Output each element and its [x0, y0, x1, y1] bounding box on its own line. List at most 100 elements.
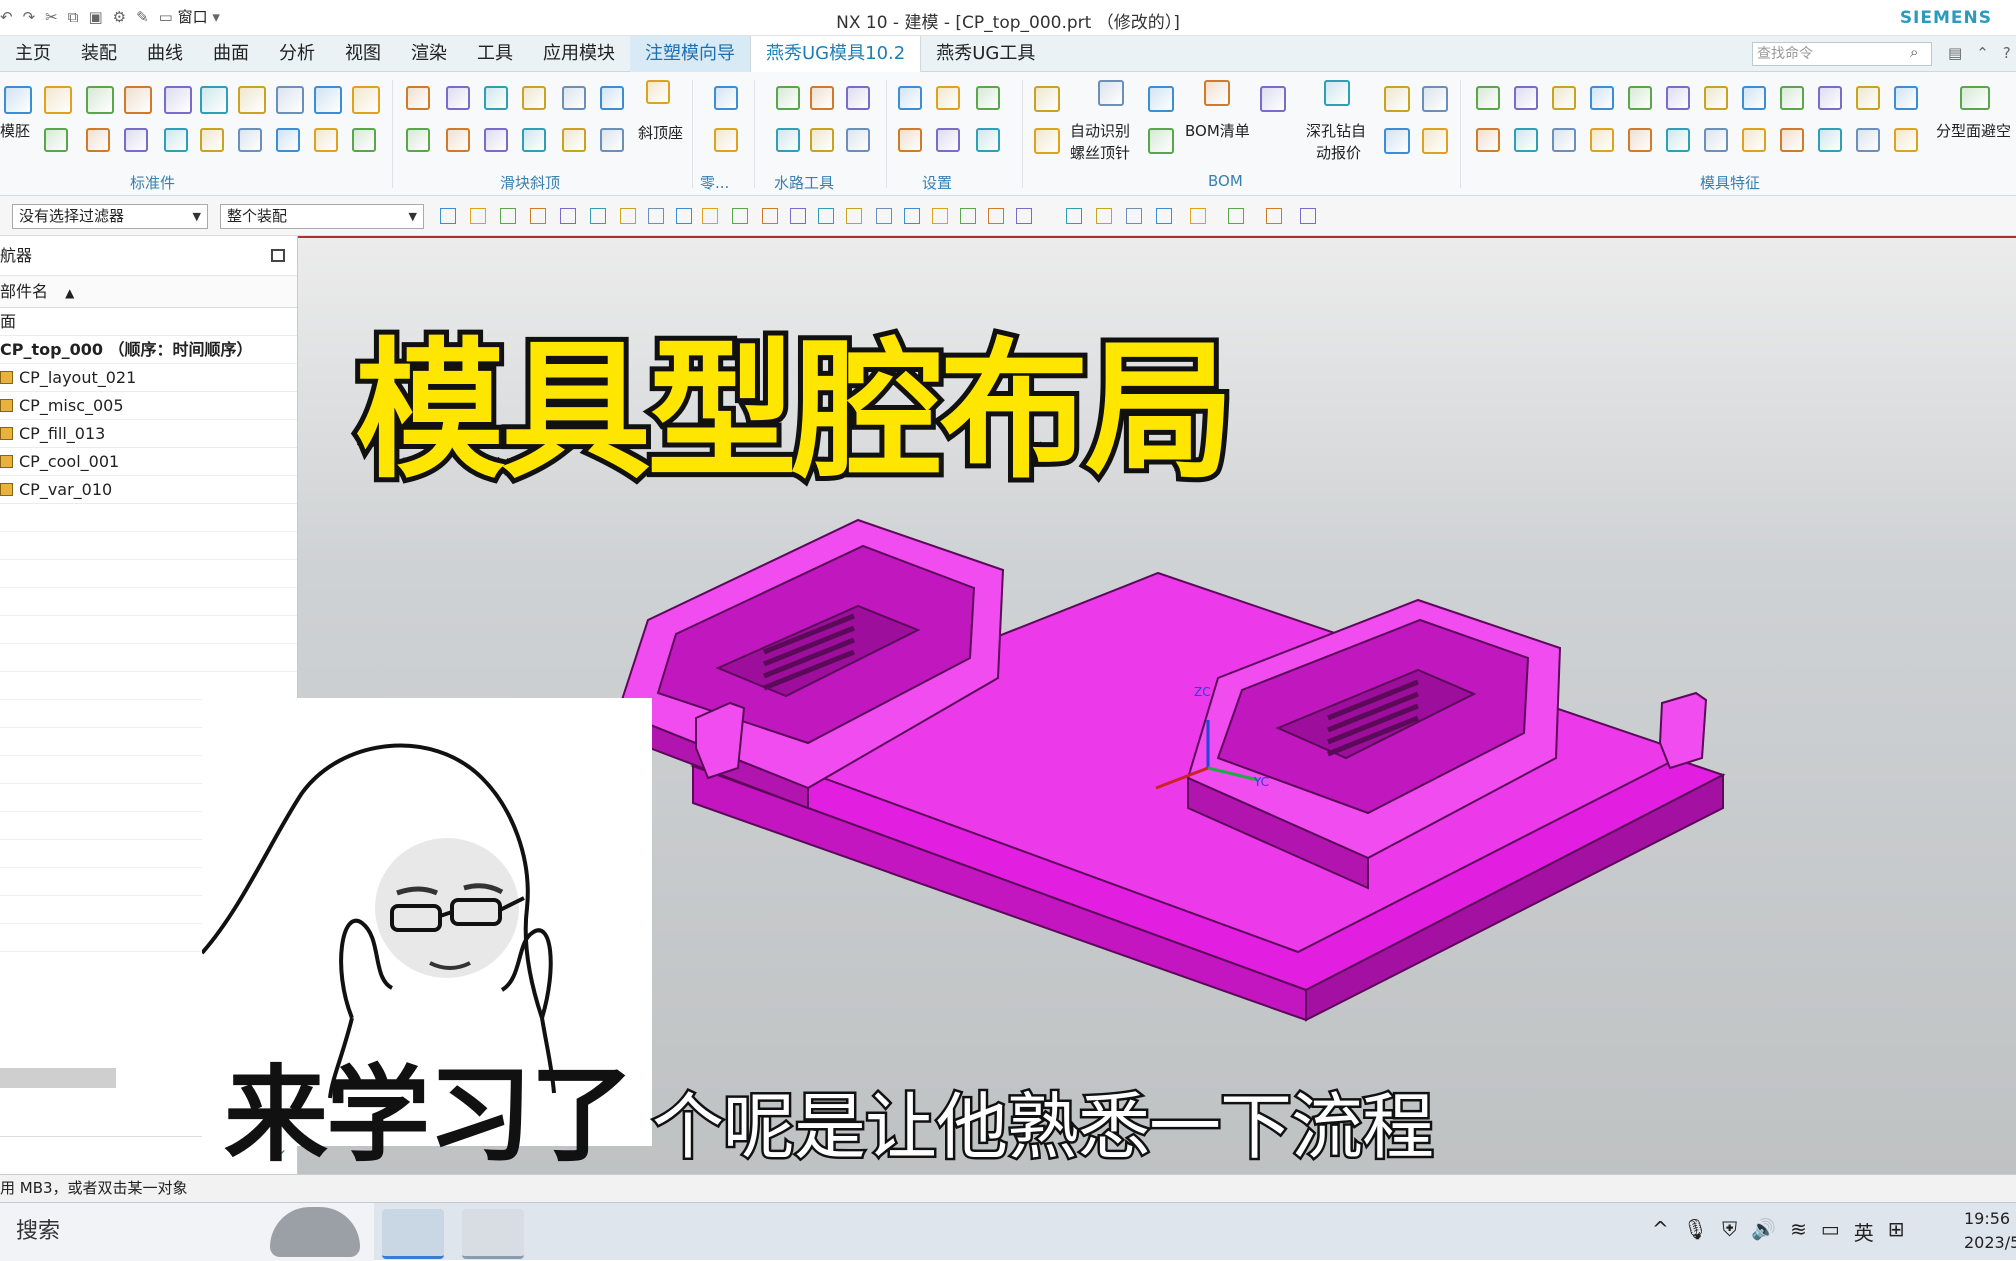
tab-3[interactable]: 曲面	[198, 36, 264, 72]
ribbon-tool-icon[interactable]	[1324, 80, 1350, 106]
selection-tool-icon[interactable]	[1190, 208, 1206, 224]
ribbon-tool-icon[interactable]	[200, 128, 224, 152]
taskbar-clock[interactable]: 19:56 2023/5	[1964, 1207, 2016, 1255]
ribbon-tool-icon[interactable]	[484, 128, 508, 152]
column-header[interactable]: 部件名 ▲	[0, 276, 297, 308]
ribbon-tool-icon[interactable]	[1818, 86, 1842, 110]
ribbon-tool-icon[interactable]	[314, 128, 338, 152]
selection-tool-icon[interactable]	[932, 208, 948, 224]
ribbon-tool-icon[interactable]	[1780, 86, 1804, 110]
ribbon-tool-icon[interactable]	[846, 86, 870, 110]
maximize-icon[interactable]	[271, 249, 285, 262]
wifi-icon[interactable]: ≋	[1790, 1217, 1807, 1246]
ribbon-tool-icon[interactable]	[976, 128, 1000, 152]
nx-app-icon[interactable]	[382, 1209, 444, 1259]
ribbon-tool-icon[interactable]	[1476, 86, 1500, 110]
ribbon-tool-icon[interactable]	[1666, 86, 1690, 110]
selection-tool-icon[interactable]	[500, 208, 516, 224]
ribbon-tool-icon[interactable]	[1384, 86, 1410, 112]
ribbon-tool-icon[interactable]	[124, 128, 148, 152]
ribbon-tool-icon[interactable]	[1034, 128, 1060, 154]
ribbon-tool-icon[interactable]	[44, 86, 72, 114]
tab-9[interactable]: 注塑模向导	[630, 36, 750, 72]
ribbon-tool-icon[interactable]	[1098, 80, 1124, 106]
ribbon-tool-icon[interactable]	[406, 128, 430, 152]
command-search-input[interactable]: 查找命令	[1752, 42, 1932, 66]
ribbon-tool-icon[interactable]	[238, 86, 266, 114]
selection-tool-icon[interactable]	[1126, 208, 1142, 224]
ribbon-tool-icon[interactable]	[1704, 86, 1728, 110]
ribbon-tool-icon[interactable]	[1628, 86, 1652, 110]
selection-tool-icon[interactable]	[818, 208, 834, 224]
ribbon-tool-icon[interactable]	[86, 128, 110, 152]
ribbon-tool-icon[interactable]	[600, 128, 624, 152]
tab-1[interactable]: 装配	[66, 36, 132, 72]
selection-tool-icon[interactable]	[440, 208, 456, 224]
ribbon-tool-icon[interactable]	[446, 128, 470, 152]
battery-icon[interactable]: ▭	[1821, 1217, 1840, 1246]
ribbon-tool-icon[interactable]	[714, 86, 738, 110]
ribbon-tool-icon[interactable]	[484, 86, 508, 110]
selection-tool-icon[interactable]	[470, 208, 486, 224]
ribbon-tool-icon[interactable]	[976, 86, 1000, 110]
ribbon-tool-icon[interactable]	[1148, 86, 1174, 112]
ribbon-tool-icon[interactable]	[898, 128, 922, 152]
ribbon-tool-icon[interactable]	[776, 128, 800, 152]
ribbon-tool-icon[interactable]	[1476, 128, 1500, 152]
ime-mode-icon[interactable]: ⊞	[1888, 1217, 1905, 1246]
ime-indicator[interactable]: 英	[1854, 1217, 1874, 1246]
ribbon-tool-icon[interactable]	[1590, 128, 1614, 152]
ribbon-tool-icon[interactable]	[4, 86, 32, 114]
search-icon[interactable]: ⌕	[1910, 43, 1918, 61]
ribbon-tool-icon[interactable]	[646, 80, 670, 104]
tab-5[interactable]: 视图	[330, 36, 396, 72]
ribbon-tool-icon[interactable]	[352, 86, 380, 114]
selection-tool-icon[interactable]	[790, 208, 806, 224]
ribbon-tool-icon[interactable]	[1204, 80, 1230, 106]
ribbon-tool-icon[interactable]	[1780, 128, 1804, 152]
selection-tool-icon[interactable]	[702, 208, 718, 224]
ribbon-tool-icon[interactable]	[1856, 128, 1880, 152]
ribbon-tool-icon[interactable]	[238, 128, 262, 152]
ribbon-tool-icon[interactable]	[200, 86, 228, 114]
selection-tool-icon[interactable]	[904, 208, 920, 224]
selection-tool-icon[interactable]	[1096, 208, 1112, 224]
ribbon-tool-icon[interactable]	[1666, 128, 1690, 152]
taskbar-search[interactable]: 搜索	[0, 1203, 374, 1261]
ribbon-tool-icon[interactable]	[44, 128, 68, 152]
selection-tool-icon[interactable]	[988, 208, 1004, 224]
selection-tool-icon[interactable]	[1300, 208, 1316, 224]
ribbon-tool-icon[interactable]	[1960, 86, 1990, 110]
auto-screw-label-2[interactable]: 螺丝顶针	[1070, 142, 1130, 164]
ribbon-tool-icon[interactable]	[714, 128, 738, 152]
ribbon-tool-icon[interactable]	[314, 86, 342, 114]
selection-tool-icon[interactable]	[1156, 208, 1172, 224]
bom-list-label[interactable]: BOM清单	[1185, 120, 1250, 142]
selection-tool-icon[interactable]	[560, 208, 576, 224]
ribbon-tool-icon[interactable]	[1590, 86, 1614, 110]
ribbon-tool-icon[interactable]	[562, 128, 586, 152]
chevron-up-icon[interactable]: ^	[1652, 1217, 1669, 1246]
ribbon-tool-icon[interactable]	[276, 128, 300, 152]
ribbon-options-icon[interactable]: ▤	[1948, 44, 1962, 62]
ribbon-tool-icon[interactable]	[1894, 86, 1918, 110]
tab-8[interactable]: 应用模块	[528, 36, 630, 72]
ribbon-tool-icon[interactable]	[1704, 128, 1728, 152]
deep-drill-label-2[interactable]: 动报价	[1316, 142, 1361, 164]
ribbon-tool-icon[interactable]	[810, 86, 834, 110]
selection-tool-icon[interactable]	[762, 208, 778, 224]
tab-4[interactable]: 分析	[264, 36, 330, 72]
selection-tool-icon[interactable]	[846, 208, 862, 224]
ribbon-tool-icon[interactable]	[164, 128, 188, 152]
help-icon[interactable]: ?	[2003, 44, 2011, 62]
ribbon-tool-icon[interactable]	[1514, 86, 1538, 110]
ribbon-tool-icon[interactable]	[522, 128, 546, 152]
ribbon-tool-icon[interactable]	[936, 86, 960, 110]
ribbon-tool-icon[interactable]	[352, 128, 376, 152]
selection-tool-icon[interactable]	[590, 208, 606, 224]
tab-10[interactable]: 燕秀UG模具10.2	[750, 36, 922, 72]
selection-tool-icon[interactable]	[876, 208, 892, 224]
ribbon-tool-icon[interactable]	[1260, 86, 1286, 112]
ribbon-tool-icon[interactable]	[522, 86, 546, 110]
ribbon-tool-icon[interactable]	[1894, 128, 1918, 152]
